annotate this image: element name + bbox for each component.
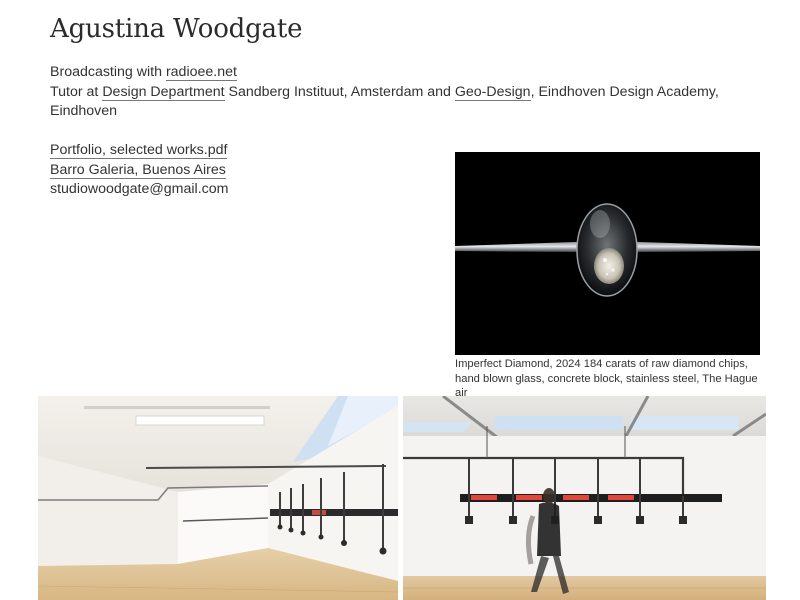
radioee-link[interactable]: radioee.net <box>165 64 237 81</box>
contact-links: Portfolio, selected works.pdf Barro Gale… <box>50 141 228 200</box>
portfolio-pdf-link[interactable]: Portfolio, selected works.pdf <box>50 142 228 159</box>
geo-design-link[interactable]: Geo-Design <box>454 83 531 101</box>
gallery-installation-image-2[interactable] <box>403 396 766 600</box>
gallery-installation-image-1[interactable] <box>38 396 398 600</box>
broadcasting-label: Broadcasting with <box>50 64 166 80</box>
imperfect-diamond-caption: Imperfect Diamond, 2024 184 carats of ra… <box>455 358 758 399</box>
email-address: studiowoodgate@gmail.com <box>50 181 229 197</box>
tutor-label: Tutor at <box>50 83 103 100</box>
tutor-line: Tutor at Design Department Sandberg Inst… <box>50 83 770 122</box>
intro-text: Broadcasting with radioee.net Tutor at D… <box>50 63 770 122</box>
page-title: Agustina Woodgate <box>50 14 303 44</box>
broadcasting-line: Broadcasting with radioee.net <box>50 63 770 83</box>
design-department-link[interactable]: Design Department <box>102 83 225 101</box>
tutor-mid-text: Sandberg Instituut, Amsterdam and <box>224 83 455 100</box>
imperfect-diamond-image[interactable] <box>455 152 760 355</box>
barro-galeria-link[interactable]: Barro Galeria, Buenos Aires <box>50 161 226 179</box>
